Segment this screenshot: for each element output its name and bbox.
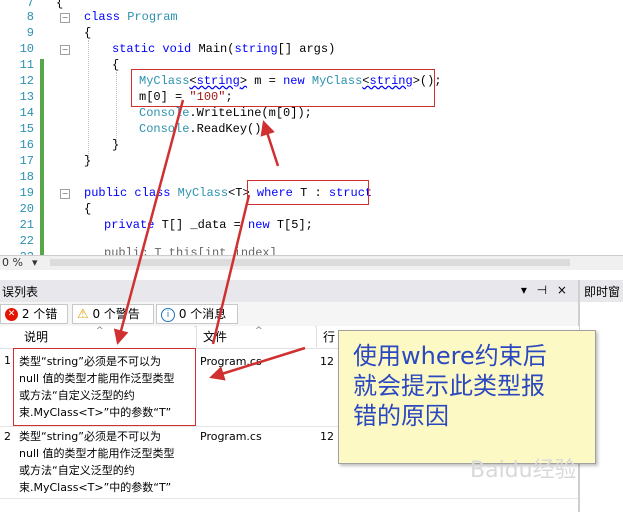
keyword: public: [84, 186, 128, 200]
watermark-logo: Baidu经验: [470, 458, 577, 483]
line-number: 15: [19, 122, 34, 136]
line-number: 22: [19, 234, 34, 248]
line-number: 20: [19, 202, 34, 216]
code-line: private T[] _data = new T[5];: [104, 218, 313, 232]
column-header-label: 行: [323, 330, 336, 344]
errors-filter-button[interactable]: ✕ 2 个错误: [0, 304, 68, 339]
line-number: 9: [26, 26, 34, 40]
line-number: 14: [19, 106, 34, 120]
keyword: string: [234, 42, 278, 56]
type-name: MyClass: [177, 186, 229, 200]
line-number: 18: [19, 170, 34, 184]
annotation-box-where: [247, 180, 369, 205]
error-description-line: null 值的类型才能用作泛型类型: [19, 447, 175, 460]
callout-text-line: 使用where约束后: [353, 342, 547, 370]
line-number: 7: [26, 0, 34, 10]
line-number: 21: [19, 218, 34, 232]
line-number: 10: [19, 42, 34, 56]
code-text: T[5];: [269, 218, 313, 232]
code-line: }: [112, 138, 120, 152]
warnings-count-label: 0 个警告: [92, 307, 140, 321]
type-name: Console: [139, 122, 190, 136]
code-text: Main(: [198, 42, 235, 56]
zoom-level[interactable]: 0 %: [2, 256, 23, 269]
code-text: T[] _data =: [154, 218, 249, 232]
zoom-dropdown-icon[interactable]: ▾: [32, 256, 38, 269]
change-indicator-bar: [40, 59, 44, 255]
annotation-callout: 使用where约束后 就会提示此类型报 错的原因: [338, 330, 596, 464]
zoom-bar: 0 % ▾: [0, 255, 623, 270]
keyword: void: [162, 42, 192, 56]
fold-toggle-icon[interactable]: −: [60, 45, 70, 55]
error-description-line: 束.MyClass<T>”中的参数“T”: [19, 481, 172, 494]
code-line: {: [84, 202, 92, 216]
code-text: .WriteLine(m[0]);: [189, 106, 312, 120]
code-text: [] args): [277, 42, 336, 56]
error-line: 12: [320, 430, 334, 443]
callout-text-line: 就会提示此类型报: [353, 372, 545, 400]
code-line: }: [84, 154, 92, 168]
column-header-file[interactable]: 文件 ^: [196, 326, 315, 349]
error-file: Program.cs: [200, 355, 262, 368]
indent-guide: [88, 40, 89, 158]
horizontal-scrollbar[interactable]: [50, 259, 570, 266]
error-icon: ✕: [5, 308, 18, 321]
line-number: 11: [19, 58, 34, 72]
immediate-window-titlebar: 即时窗: [580, 280, 623, 302]
error-file: Program.cs: [200, 430, 262, 443]
callout-text-line: 错的原因: [353, 402, 449, 430]
sort-arrow-icon: ^: [255, 326, 263, 336]
error-list-title: 误列表: [2, 285, 39, 299]
annotation-box-code: [131, 69, 435, 107]
error-row-number: 1: [4, 354, 11, 367]
keyword: class: [134, 186, 171, 200]
code-line: {: [112, 58, 120, 72]
error-row-number: 2: [4, 430, 11, 443]
error-description-line: 类型“string”必须是不可以为: [19, 430, 161, 443]
info-icon: i: [161, 307, 175, 322]
keyword: class: [84, 10, 121, 24]
column-header-label: 文件: [203, 330, 228, 344]
column-header-description[interactable]: 说明 ^: [0, 326, 194, 349]
row-divider: [0, 498, 578, 499]
indent-guide: [116, 72, 117, 142]
keyword: private: [104, 218, 155, 232]
code-line: static void Main(string[] args): [112, 42, 335, 56]
line-number: 8: [26, 10, 34, 24]
code-line: class Program: [84, 10, 178, 24]
annotation-box-error: [13, 348, 196, 426]
immediate-window-title[interactable]: 即时窗: [584, 283, 620, 300]
code-line: Console.WriteLine(m[0]);: [139, 106, 312, 120]
warning-icon: ⚠: [77, 306, 89, 322]
code-text: .ReadKey(): [189, 122, 262, 136]
error-description-line: 或方法“自定义泛型的约: [19, 464, 135, 477]
fold-toggle-icon[interactable]: −: [60, 13, 70, 23]
messages-count-label: 0 个消息: [178, 307, 227, 321]
sort-arrow-icon: ^: [96, 326, 104, 336]
line-number: 13: [19, 90, 34, 104]
fold-toggle-icon[interactable]: −: [60, 189, 70, 199]
code-line: Console.ReadKey(): [139, 122, 261, 136]
keyword: new: [248, 218, 270, 232]
column-header-label: 说明: [24, 330, 49, 344]
messages-filter-button[interactable]: i 0 个消息: [156, 304, 238, 324]
error-list-toolbar: ✕ 2 个错误 ⚠ 0 个警告 i 0 个消息: [0, 302, 578, 339]
code-editor[interactable]: 7 8 9 10 11 12 13 14 15 16 17 18 19 20 2…: [0, 0, 623, 264]
line-number: 17: [19, 154, 34, 168]
line-number: 19: [19, 186, 34, 200]
type-name: Program: [127, 10, 178, 24]
error-line: 12: [320, 355, 334, 368]
keyword: static: [112, 42, 156, 56]
code-line: {: [84, 26, 92, 40]
panel-controls[interactable]: ▾ ⊣ ×: [521, 283, 570, 297]
line-number: 12: [19, 74, 34, 88]
type-name: Console: [139, 106, 190, 120]
line-number: 16: [19, 138, 34, 152]
warnings-filter-button[interactable]: ⚠ 0 个警告: [72, 304, 154, 324]
error-list-titlebar: 误列表 ▾ ⊣ ×: [0, 280, 578, 302]
